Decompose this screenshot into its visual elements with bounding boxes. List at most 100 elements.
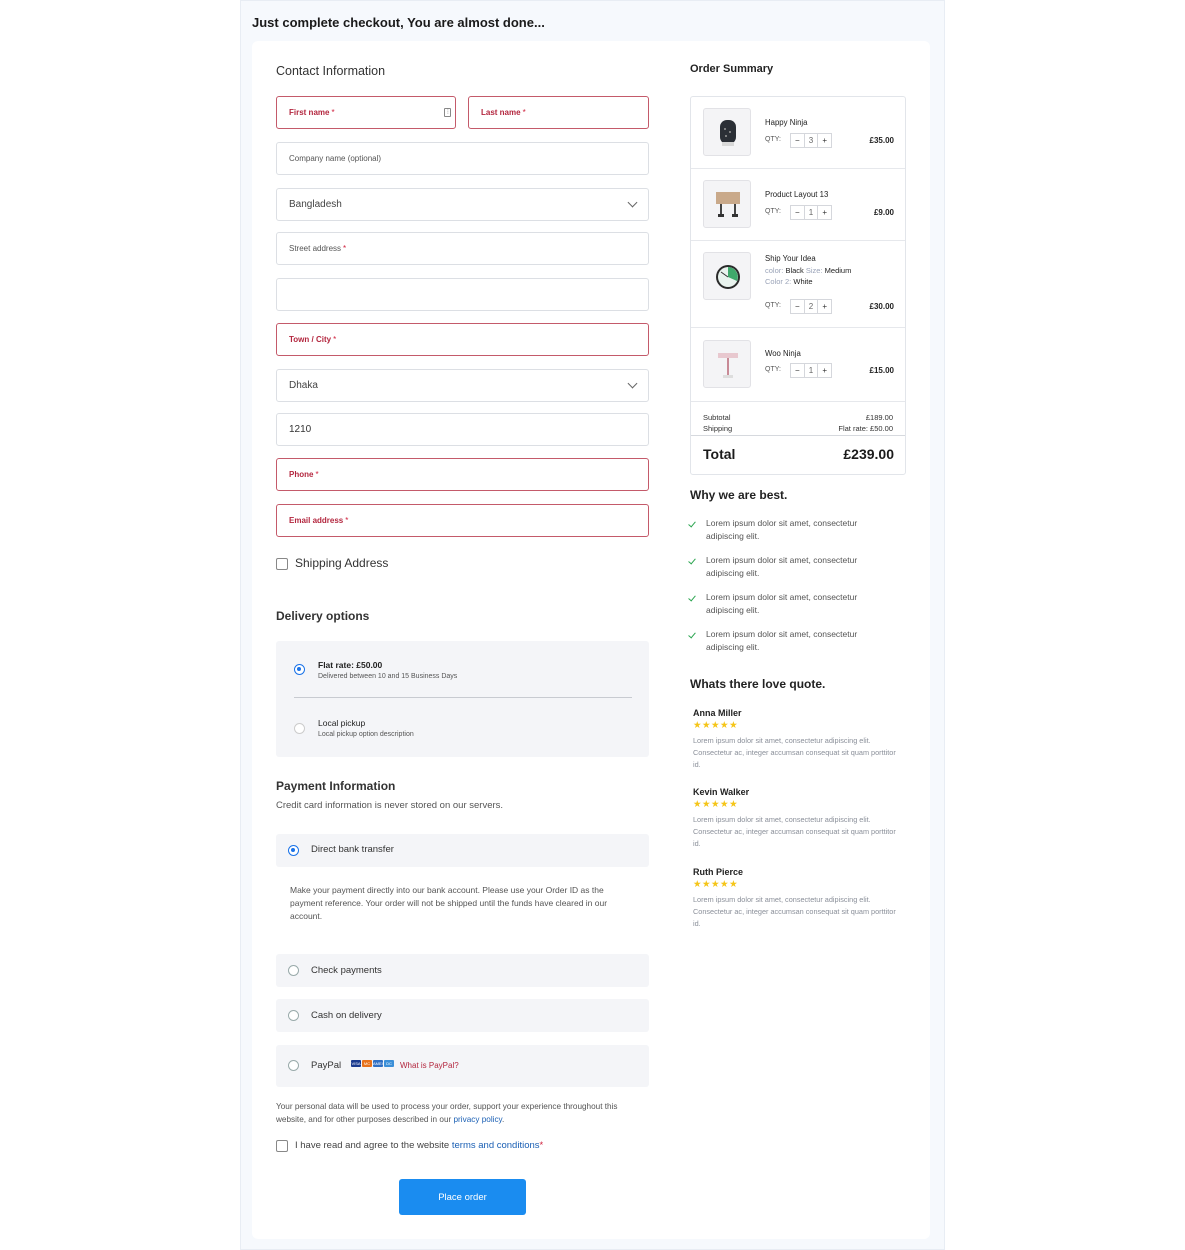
quantity-stepper[interactable]: −3 + — [790, 133, 832, 148]
item-price: £30.00 — [869, 302, 894, 311]
delivery-divider — [294, 697, 632, 698]
item-variant-2: Color 2: White — [765, 277, 813, 286]
flat-rate-radio[interactable] — [294, 664, 305, 675]
what-is-paypal-link[interactable]: What is PayPal? — [400, 1061, 459, 1070]
product-thumbnail — [703, 252, 751, 300]
town-label: Town / City — [289, 335, 332, 344]
increment-button[interactable]: + — [818, 300, 831, 313]
item-price: £15.00 — [869, 366, 894, 375]
check-icon — [688, 593, 696, 602]
terms-link[interactable]: terms and conditions — [452, 1140, 540, 1151]
item-price: £9.00 — [873, 208, 894, 217]
why-title: Why we are best. — [690, 488, 788, 502]
quantity-stepper[interactable]: −2 + — [790, 299, 832, 314]
place-order-button[interactable]: Place order — [399, 1179, 526, 1215]
company-field[interactable]: Company name (optional) — [276, 142, 649, 175]
check-icon — [688, 519, 696, 528]
postcode-field[interactable]: 1210 — [276, 413, 649, 446]
country-value: Bangladesh — [289, 199, 342, 210]
visa-logo: VISA — [351, 1060, 361, 1067]
qty-value: 3 — [803, 134, 819, 147]
qty-value: 2 — [803, 300, 819, 313]
paypal-radio[interactable] — [288, 1060, 299, 1071]
street-field[interactable]: Street address * — [276, 232, 649, 265]
privacy-notice: Your personal data will be used to proce… — [276, 1102, 618, 1124]
town-field[interactable]: Town / City * — [276, 323, 649, 356]
email-label: Email address — [289, 516, 344, 525]
bank-transfer-description: Make your payment directly into our bank… — [290, 885, 608, 921]
street2-field[interactable] — [276, 278, 649, 311]
decrement-button[interactable]: − — [791, 364, 804, 377]
payment-check[interactable]: Check payments — [276, 954, 649, 987]
decrement-button[interactable]: − — [791, 206, 804, 219]
shipping-value: Flat rate: £50.00 — [838, 424, 893, 433]
cod-radio[interactable] — [288, 1010, 299, 1021]
local-pickup-radio[interactable] — [294, 723, 305, 734]
product-thumbnail — [703, 340, 751, 388]
postcode-value: 1210 — [289, 424, 312, 435]
item-variant: color: Black Size: Medium — [765, 266, 852, 275]
terms-checkbox[interactable] — [276, 1140, 288, 1152]
qty-value: 1 — [803, 206, 819, 219]
order-summary: Happy Ninja QTY: −3 + £35.00 Product Layo… — [690, 96, 906, 475]
decrement-button[interactable]: − — [791, 300, 804, 313]
last-name-label: Last name — [481, 108, 521, 117]
flat-rate-title: Flat rate: £50.00 — [318, 660, 383, 670]
star-rating: ★★★★★ — [693, 799, 739, 810]
phone-field[interactable]: Phone * — [276, 458, 649, 491]
increment-button[interactable]: + — [818, 206, 831, 219]
reviewer-name: Ruth Pierce — [693, 867, 744, 877]
qty-label: QTY: — [765, 302, 781, 309]
shipping-address-label: Shipping Address — [295, 556, 389, 570]
order-summary-title: Order Summary — [690, 63, 774, 75]
item-name: Woo Ninja — [765, 349, 801, 358]
shipping-row: Shipping Flat rate: £50.00 — [703, 424, 893, 433]
privacy-policy-link[interactable]: privacy policy — [454, 1115, 503, 1124]
subtotal-label: Subtotal — [703, 413, 731, 422]
paypal-label: PayPal — [311, 1060, 342, 1071]
subtotal-row: Subtotal £189.00 — [703, 413, 893, 422]
bank-transfer-radio[interactable] — [288, 845, 299, 856]
shipping-label: Shipping — [703, 424, 733, 433]
item-name: Product Layout 13 — [765, 190, 829, 199]
quantity-stepper[interactable]: −1 + — [790, 205, 832, 220]
shipping-address-checkbox[interactable] — [276, 558, 288, 570]
payment-cod[interactable]: Cash on delivery — [276, 999, 649, 1032]
district-value: Dhaka — [289, 380, 318, 391]
item-price: £35.00 — [869, 136, 894, 145]
chevron-down-icon — [627, 197, 638, 208]
review-text: Lorem ipsum dolor sit amet, consectetur … — [693, 736, 896, 769]
check-icon — [688, 630, 696, 639]
phone-label: Phone — [289, 470, 314, 479]
page-frame: Just complete checkout, You are almost d… — [240, 0, 945, 1250]
total-divider — [691, 435, 905, 436]
payment-bank-transfer[interactable]: Direct bank transfer — [276, 834, 649, 867]
country-select[interactable]: Bangladesh — [276, 188, 649, 221]
star-rating: ★★★★★ — [693, 879, 739, 890]
reviewer-name: Anna Miller — [693, 708, 742, 718]
qty-label: QTY: — [765, 136, 781, 143]
delivery-title: Delivery options — [276, 609, 370, 623]
review-text: Lorem ipsum dolor sit amet, consectetur … — [693, 815, 896, 848]
payment-paypal[interactable]: PayPal VISA MC AMEX DC What is PayPal? — [276, 1045, 649, 1087]
key-icon: ⋮ — [444, 108, 451, 117]
total-row: Total £239.00 — [703, 446, 894, 462]
check-payments-radio[interactable] — [288, 965, 299, 976]
email-field[interactable]: Email address * — [276, 504, 649, 537]
page-heading: Just complete checkout, You are almost d… — [252, 15, 545, 30]
delivery-options: Flat rate: £50.00 Delivered between 10 a… — [276, 641, 649, 757]
quantity-stepper[interactable]: −1 + — [790, 363, 832, 378]
last-name-field[interactable]: Last name * — [468, 96, 649, 129]
reviewer-name: Kevin Walker — [693, 787, 750, 797]
review-text: Lorem ipsum dolor sit amet, consectetur … — [693, 895, 896, 928]
review-card: Anna Miller ★★★★★ Lorem ipsum dolor sit … — [693, 708, 901, 771]
summary-item: Product Layout 13 QTY: −1 + £9.00 — [691, 169, 905, 241]
cod-label: Cash on delivery — [311, 1010, 382, 1021]
increment-button[interactable]: + — [818, 134, 831, 147]
increment-button[interactable]: + — [818, 364, 831, 377]
first-name-field[interactable]: First name * ⋮ — [276, 96, 456, 129]
item-name: Happy Ninja — [765, 118, 808, 127]
district-select[interactable]: Dhaka — [276, 369, 649, 402]
chevron-down-icon — [627, 378, 638, 389]
decrement-button[interactable]: − — [791, 134, 804, 147]
